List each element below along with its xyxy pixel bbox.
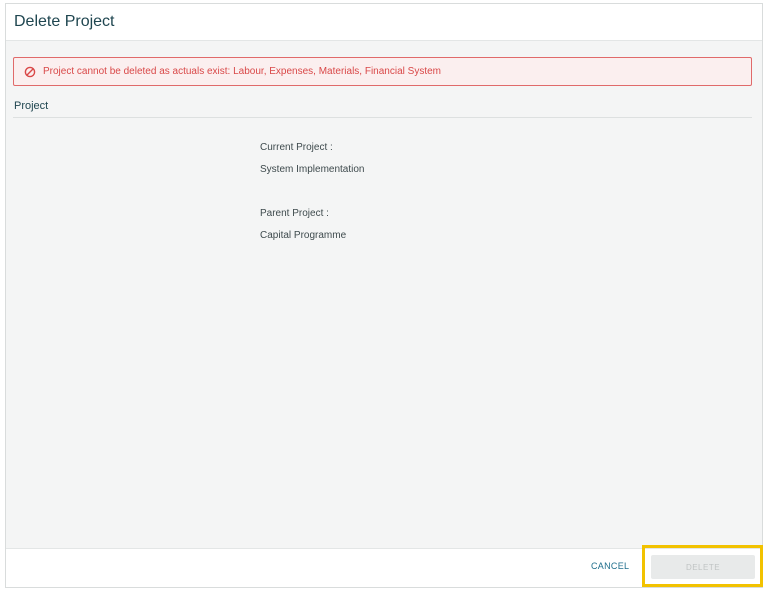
dialog-header: Delete Project [6, 4, 762, 41]
current-project-label: Current Project : [260, 142, 333, 153]
parent-project-value: Capital Programme [260, 230, 347, 241]
delete-project-dialog: Delete Project Project cannot be deleted… [5, 3, 763, 588]
dialog-body: Project cannot be deleted as actuals exi… [6, 41, 762, 548]
dialog-footer: CANCEL DELETE [6, 545, 763, 587]
dialog-title: Delete Project [14, 13, 115, 30]
delete-button[interactable]: DELETE [651, 555, 755, 579]
current-project-value: System Implementation [260, 164, 365, 175]
section-divider [13, 117, 752, 118]
cancel-button[interactable]: CANCEL [591, 561, 629, 571]
error-banner: Project cannot be deleted as actuals exi… [13, 57, 752, 86]
parent-project-label: Parent Project : [260, 208, 329, 219]
blocked-icon [23, 65, 37, 79]
section-title: Project [14, 100, 49, 112]
error-message: Project cannot be deleted as actuals exi… [43, 66, 441, 77]
